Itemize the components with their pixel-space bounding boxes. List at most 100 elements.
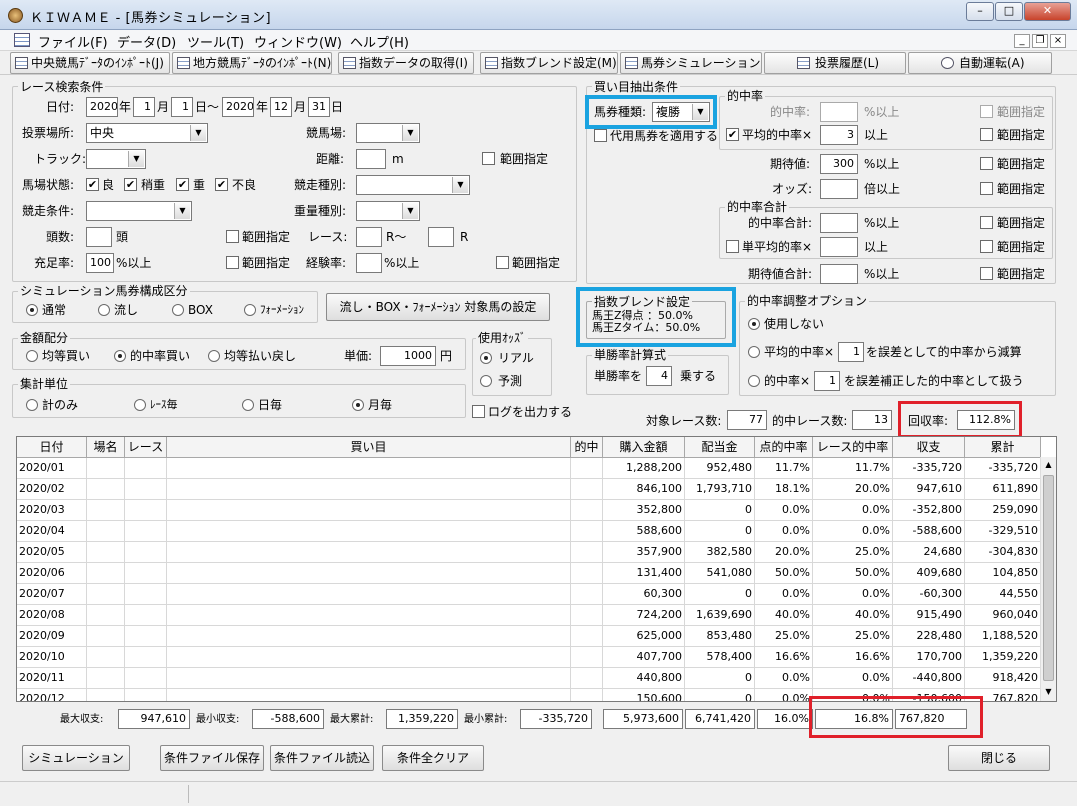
table-cell[interactable]: 131,400 (603, 563, 685, 584)
table-cell[interactable] (125, 458, 167, 479)
save-conditions-button[interactable]: 条件ファイル保存 (160, 745, 264, 771)
heads-input[interactable] (86, 227, 112, 247)
table-cell[interactable]: 44,550 (965, 584, 1041, 605)
to-month-input[interactable]: 12 (270, 97, 292, 117)
distance-range-checkbox[interactable] (482, 152, 495, 165)
course-select[interactable]: ▼ (356, 123, 420, 143)
table-cell[interactable]: 0 (685, 689, 755, 701)
table-cell[interactable]: 0 (685, 521, 755, 542)
ev-range-checkbox[interactable] (980, 157, 993, 170)
table-cell[interactable]: 918,420 (965, 668, 1041, 689)
table-cell[interactable] (167, 605, 571, 626)
track-select[interactable]: ▼ (86, 149, 146, 169)
table-cell[interactable]: 0.0% (813, 668, 893, 689)
fill-input[interactable]: 100 (86, 253, 114, 273)
table-cell[interactable] (87, 521, 125, 542)
col-purchase[interactable]: 購入金額 (603, 437, 685, 458)
col-race[interactable]: レース (125, 437, 167, 458)
table-row[interactable]: 2020/06 (17, 563, 87, 584)
agg-race-radio[interactable] (134, 399, 146, 411)
table-cell[interactable] (125, 479, 167, 500)
table-row[interactable]: 2020/01 (17, 458, 87, 479)
single-win-input[interactable]: 4 (646, 366, 672, 386)
mdi-restore-button[interactable]: ❐ (1032, 34, 1048, 48)
table-cell[interactable]: 25.0% (813, 626, 893, 647)
experience-input[interactable] (356, 253, 382, 273)
table-cell[interactable]: 20.0% (755, 542, 813, 563)
odds-predict-radio[interactable] (480, 375, 492, 387)
table-cell[interactable]: 357,900 (603, 542, 685, 563)
table-cell[interactable]: -335,720 (893, 458, 965, 479)
adjust-correct-input[interactable]: 1 (814, 371, 840, 391)
table-cell[interactable] (87, 647, 125, 668)
table-cell[interactable] (167, 647, 571, 668)
table-cell[interactable]: 228,480 (893, 626, 965, 647)
single-avg-input[interactable] (820, 237, 858, 257)
col-cumulative[interactable]: 累計 (965, 437, 1041, 458)
table-cell[interactable]: 259,090 (965, 500, 1041, 521)
venue-select[interactable]: 中央 ▼ (86, 123, 208, 143)
table-cell[interactable]: 853,480 (685, 626, 755, 647)
table-cell[interactable] (571, 479, 603, 500)
close-button[interactable]: 閉じる (948, 745, 1050, 771)
table-cell[interactable]: 588,600 (603, 521, 685, 542)
table-row[interactable]: 2020/02 (17, 479, 87, 500)
table-row[interactable]: 2020/05 (17, 542, 87, 563)
adjust-none-radio[interactable] (748, 318, 760, 330)
sim-normal-radio[interactable] (26, 304, 38, 316)
sim-box-radio[interactable] (172, 304, 184, 316)
adjust-subtract-input[interactable]: 1 (838, 342, 864, 362)
table-cell[interactable] (571, 563, 603, 584)
table-cell[interactable] (571, 500, 603, 521)
table-cell[interactable]: -440,800 (893, 668, 965, 689)
table-cell[interactable]: 947,610 (893, 479, 965, 500)
table-cell[interactable] (167, 689, 571, 701)
col-date[interactable]: 日付 (17, 437, 87, 458)
table-cell[interactable]: 11.7% (755, 458, 813, 479)
close-window-button[interactable]: ✕ (1024, 2, 1071, 21)
table-cell[interactable]: 611,890 (965, 479, 1041, 500)
menu-window[interactable]: ウィンドウ(W) (254, 32, 342, 51)
table-cell[interactable]: 952,480 (685, 458, 755, 479)
load-conditions-button[interactable]: 条件ファイル読込 (270, 745, 374, 771)
table-cell[interactable] (125, 542, 167, 563)
money-payout-radio[interactable] (208, 350, 220, 362)
table-cell[interactable]: -335,720 (965, 458, 1041, 479)
table-cell[interactable]: 0.0% (755, 521, 813, 542)
table-cell[interactable] (167, 584, 571, 605)
table-cell[interactable]: 382,580 (685, 542, 755, 563)
hit-total-input[interactable] (820, 213, 858, 233)
table-cell[interactable]: 1,793,710 (685, 479, 755, 500)
table-row[interactable]: 2020/09 (17, 626, 87, 647)
col-hit[interactable]: 的中 (571, 437, 603, 458)
table-cell[interactable] (167, 563, 571, 584)
col-point-hit[interactable]: 点的中率 (755, 437, 813, 458)
table-cell[interactable]: 18.1% (755, 479, 813, 500)
table-cell[interactable] (571, 689, 603, 701)
avg-hit-input[interactable]: 3 (820, 125, 858, 145)
race-condition-select[interactable]: ▼ (86, 201, 192, 221)
sim-nagashi-radio[interactable] (98, 304, 110, 316)
distance-input[interactable] (356, 149, 386, 169)
table-cell[interactable]: 0.0% (755, 668, 813, 689)
minimize-button[interactable]: – (966, 2, 994, 21)
table-cell[interactable] (571, 605, 603, 626)
results-table[interactable]: 日付 場名 レース 買い目 的中 購入金額 配当金 点的中率 レース的中率 収支… (16, 436, 1057, 702)
table-cell[interactable]: 409,680 (893, 563, 965, 584)
fill-range-checkbox[interactable] (226, 256, 239, 269)
table-cell[interactable]: 1,188,520 (965, 626, 1041, 647)
simulation-button[interactable]: 馬券シミュレーション(B) (620, 52, 762, 74)
table-cell[interactable]: -352,800 (893, 500, 965, 521)
table-cell[interactable] (125, 689, 167, 701)
table-cell[interactable] (167, 626, 571, 647)
table-row[interactable]: 2020/08 (17, 605, 87, 626)
app-icon[interactable] (8, 8, 23, 23)
table-cell[interactable] (167, 542, 571, 563)
table-cell[interactable]: 0.0% (813, 584, 893, 605)
table-cell[interactable] (571, 458, 603, 479)
table-cell[interactable] (87, 542, 125, 563)
ev-total-input[interactable] (820, 264, 858, 284)
from-month-input[interactable]: 1 (133, 97, 155, 117)
blend-settings-button[interactable]: 指数ブレンド設定(M) (480, 52, 618, 74)
heads-range-checkbox[interactable] (226, 230, 239, 243)
